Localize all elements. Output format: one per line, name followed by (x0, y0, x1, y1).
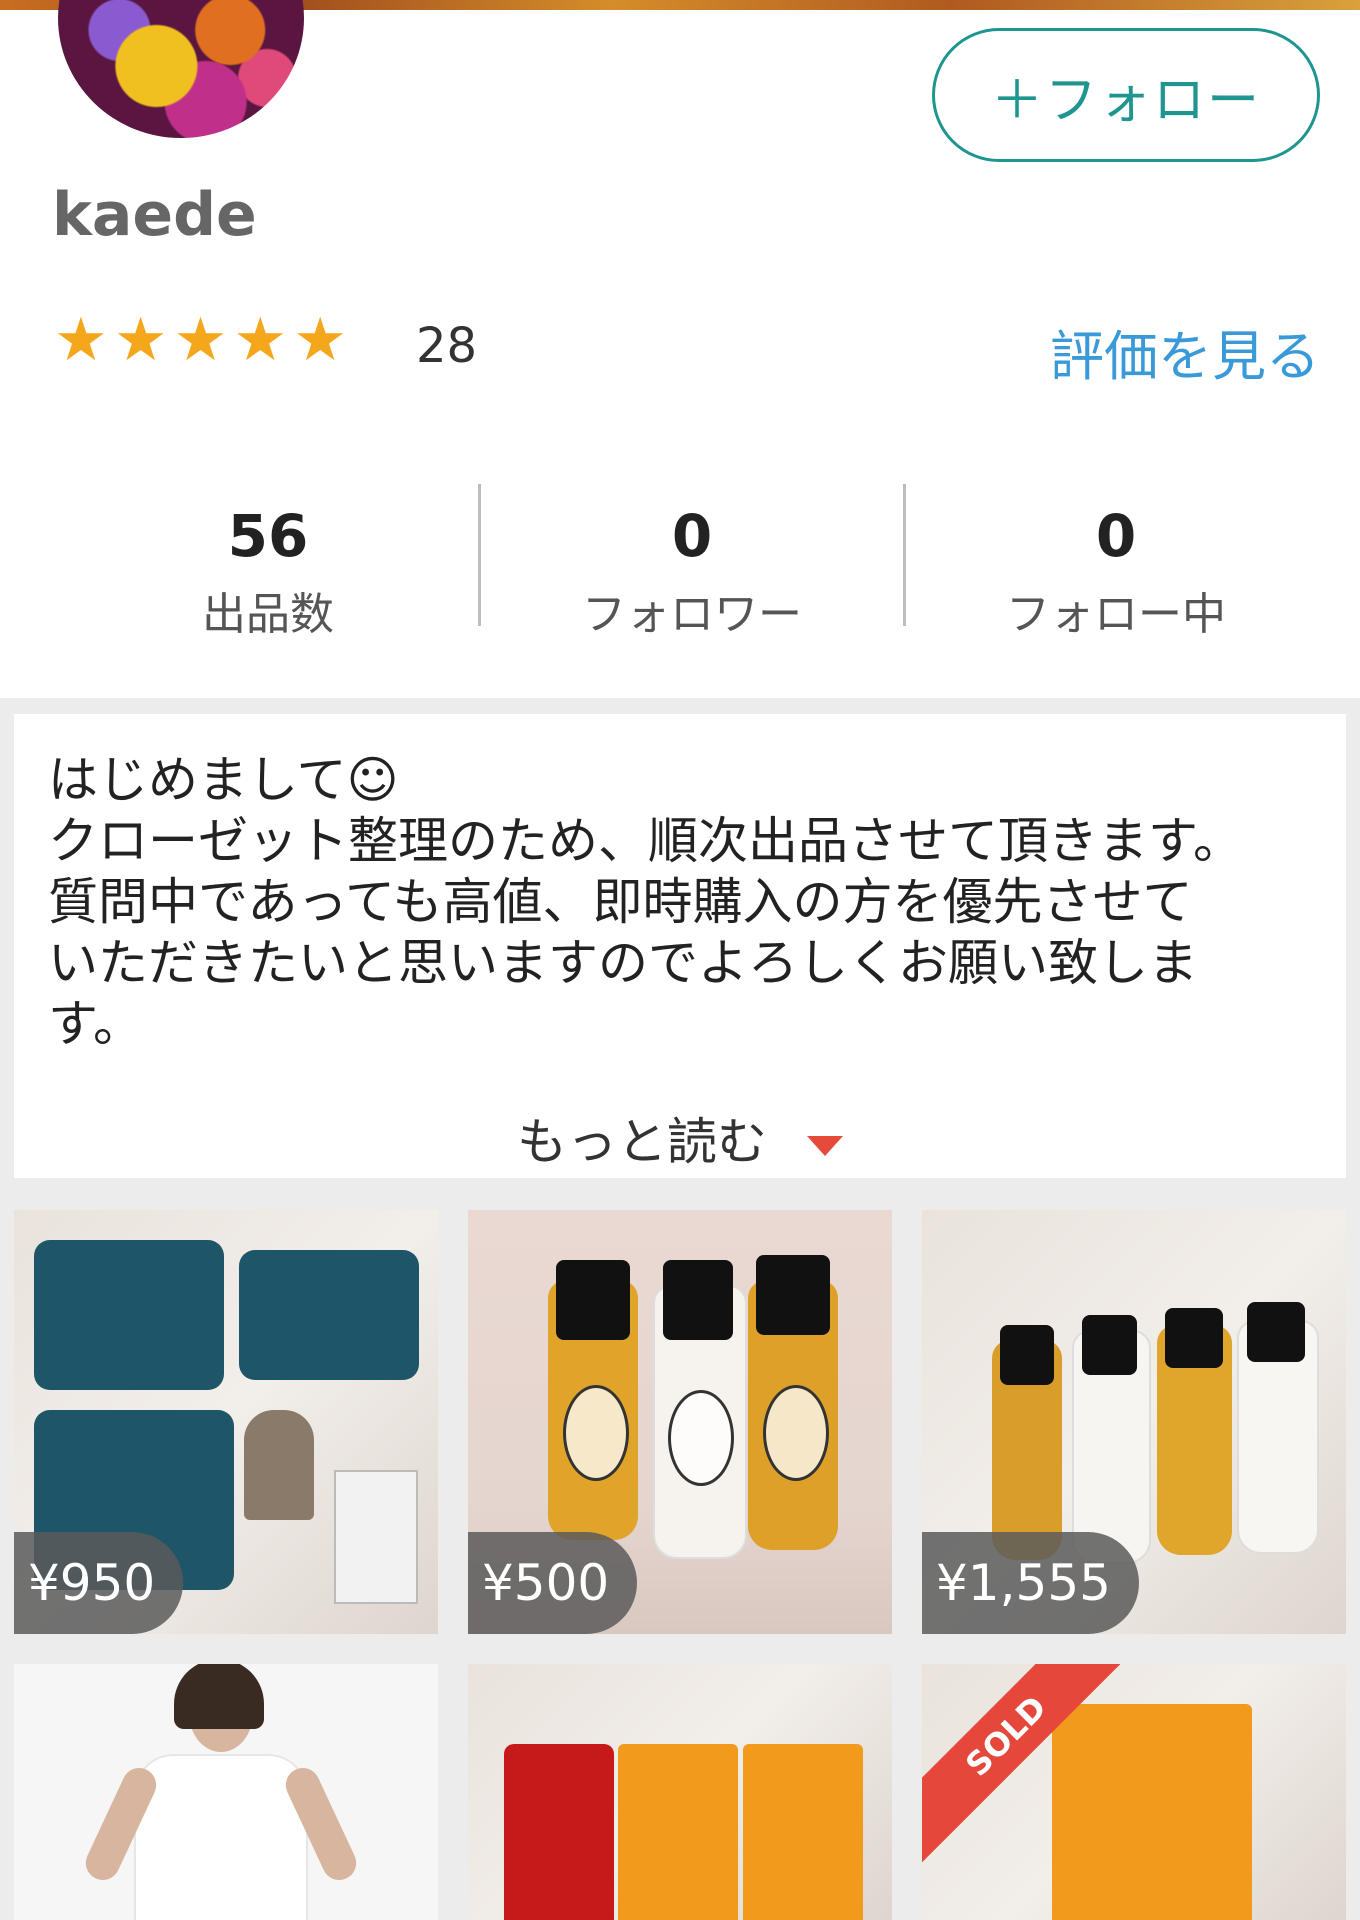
rating-count: 28 (416, 318, 478, 374)
username: kaede (52, 180, 257, 250)
product-image (504, 1744, 614, 1920)
product-item[interactable] (468, 1664, 892, 1920)
avatar[interactable] (58, 0, 304, 138)
product-item[interactable]: ¥950 (14, 1210, 438, 1634)
read-more-label: もっと読む (517, 1113, 767, 1171)
star-icon: ★ (113, 305, 168, 375)
stat-followers[interactable]: 0 フォロワー (482, 500, 902, 642)
product-image (1052, 1704, 1252, 1920)
stat-label: フォロー中 (1006, 589, 1226, 640)
read-more-button[interactable]: もっと読む (14, 1102, 1346, 1174)
stat-label: 出品数 (202, 589, 334, 640)
bio-text: はじめまして☺ クローゼット整理のため、順次出品させて頂きます。 質問中であって… (48, 751, 1243, 1053)
product-item[interactable]: ¥1,555 (922, 1210, 1346, 1634)
stat-label: フォロワー (582, 589, 802, 640)
star-icon: ★ (54, 305, 108, 375)
bio-section: はじめまして☺ クローゼット整理のため、順次出品させて頂きます。 質問中であって… (14, 714, 1346, 1178)
star-icon: ★ (173, 305, 228, 375)
product-image (34, 1240, 224, 1390)
product-item[interactable] (14, 1664, 438, 1920)
stat-listings[interactable]: 56 出品数 (58, 500, 478, 642)
stat-value: 0 (1095, 502, 1137, 570)
price-tag: ¥1,555 (922, 1532, 1139, 1634)
follow-button[interactable]: ＋フォロー (932, 28, 1320, 162)
caret-down-icon (807, 1135, 843, 1156)
stat-following[interactable]: 0 フォロー中 (906, 500, 1326, 642)
product-item[interactable]: ¥500 (468, 1210, 892, 1634)
price-tag: ¥500 (468, 1532, 638, 1634)
stat-value: 0 (671, 502, 713, 570)
star-icon: ★ (233, 305, 288, 375)
rating-stars: ★ ★ ★ ★ ★ (54, 310, 347, 370)
star-icon: ★ (293, 305, 347, 375)
product-item[interactable]: SOLD (922, 1664, 1346, 1920)
price-tag: ¥950 (14, 1532, 184, 1634)
stat-divider (478, 484, 481, 626)
stat-value: 56 (227, 502, 309, 570)
view-reviews-link[interactable]: 評価を見る (1050, 312, 1320, 391)
